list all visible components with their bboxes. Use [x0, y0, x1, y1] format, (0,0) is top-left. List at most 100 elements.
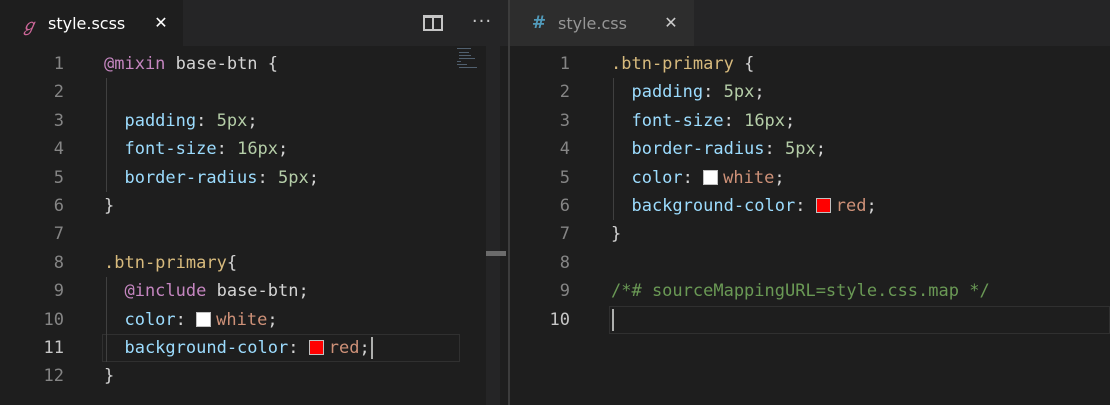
code-line[interactable]: 10 [510, 305, 1110, 334]
left-editor-pane: ℊ style.scss ✕ ··· 1 @mixin base-btn { 2 3 … [0, 0, 508, 405]
line-number: 2 [559, 82, 570, 103]
close-icon[interactable]: ✕ [152, 14, 170, 32]
code-token: white [723, 167, 775, 188]
more-actions-icon[interactable]: ··· [470, 12, 494, 32]
code-token: : [196, 110, 217, 131]
tab-style-scss[interactable]: ℊ style.scss ✕ [0, 0, 183, 46]
code-token: color [104, 309, 176, 330]
code-line[interactable]: 2 padding: 5px; [510, 78, 1110, 106]
code-token: ; [359, 338, 370, 358]
code-text: background-color: red; [611, 192, 877, 220]
tab-label: style.scss [48, 13, 126, 33]
color-swatch[interactable] [815, 198, 831, 213]
code-token: 5px [785, 139, 816, 160]
code-line[interactable]: 10 color: white; [0, 306, 508, 334]
code-token: ; [774, 167, 785, 188]
code-line[interactable]: 9 @include base-btn; [0, 277, 508, 305]
indent-guide [106, 277, 107, 363]
code-line[interactable]: 3 padding: 5px; [0, 107, 508, 135]
code-token: : [216, 139, 238, 160]
tab-label: style.css [558, 13, 627, 33]
code-token: border-radius [104, 167, 258, 188]
code-line[interactable]: 3 font-size: 16px; [510, 107, 1110, 135]
code-line[interactable]: 1 @mixin base-btn { [0, 50, 508, 78]
code-token: ; [278, 139, 289, 160]
code-text: font-size: 16px; [104, 135, 288, 163]
code-token: ; [866, 196, 877, 216]
line-number: 7 [559, 224, 570, 245]
code-token: padding [611, 82, 704, 103]
color-swatch[interactable] [703, 169, 719, 185]
code-token: color [611, 167, 683, 188]
code-token: : [703, 82, 724, 103]
line-number: 10 [43, 309, 64, 330]
right-editor-pane: # style.css ✕ 1 .btn-primary {2 padding: … [510, 0, 1110, 405]
code-line[interactable]: 7} [510, 220, 1110, 248]
code-text: background-color: red; [104, 334, 370, 362]
line-number: 9 [559, 281, 570, 302]
code-token: : [764, 139, 786, 160]
code-line[interactable]: 5 color: white; [510, 164, 1110, 192]
code-text: } [611, 220, 621, 248]
code-token: ; [815, 139, 826, 160]
color-swatch[interactable] [308, 340, 324, 355]
code-line[interactable]: 12} [0, 362, 508, 390]
code-token: base-btn [206, 281, 299, 302]
code-text: @include base-btn; [104, 277, 309, 305]
code-line[interactable]: 8 [510, 249, 1110, 277]
code-text: border-radius: 5px; [104, 164, 319, 192]
current-line-highlight [609, 305, 1110, 334]
line-number: 2 [53, 82, 64, 103]
code-token: { [267, 54, 279, 74]
code-token: 5px [723, 82, 755, 103]
code-token: border-radius [611, 139, 765, 160]
color-swatch[interactable] [196, 311, 212, 327]
code-token: : [682, 167, 704, 188]
code-token: : [795, 196, 816, 216]
code-line[interactable]: 5 border-radius: 5px; [0, 164, 508, 192]
code-line[interactable]: 9 /*# sourceMappingURL=style.css.map */ [510, 277, 1110, 305]
line-number: 9 [53, 281, 64, 302]
code-text: padding: 5px; [611, 78, 764, 106]
left-tab-bar: ℊ style.scss ✕ ··· [0, 0, 508, 46]
code-token: ; [267, 309, 278, 330]
line-number: 3 [53, 110, 64, 131]
code-token: ; [298, 281, 309, 302]
code-line[interactable]: 11 background-color: red; [0, 334, 508, 362]
code-token: white [216, 309, 268, 330]
text-cursor [612, 308, 614, 331]
tab-style-css[interactable]: # style.css ✕ [510, 0, 694, 46]
close-icon[interactable]: ✕ [662, 14, 680, 32]
line-number: 10 [549, 309, 570, 330]
split-editor-icon[interactable] [423, 15, 443, 31]
code-text: .btn-primary { [611, 50, 754, 78]
code-text: font-size: 16px; [611, 107, 795, 135]
code-token: /*# sourceMappingURL=style.css.map */ [611, 281, 990, 302]
code-line[interactable]: 2 [0, 78, 508, 106]
code-token: } [104, 196, 115, 216]
code-token: { [226, 252, 238, 273]
code-token: : [175, 309, 197, 330]
code-token: padding [104, 110, 197, 131]
code-line[interactable]: 6} [0, 192, 508, 220]
code-line[interactable]: 4 border-radius: 5px; [510, 135, 1110, 163]
code-token: } [104, 366, 115, 387]
indent-guide [613, 78, 614, 221]
code-text: } [104, 192, 114, 220]
line-number: 6 [559, 196, 570, 216]
code-token: font-size [104, 139, 217, 160]
code-token: .btn-primary [611, 54, 734, 74]
code-token: 5px [216, 110, 248, 131]
line-number: 3 [559, 110, 570, 131]
code-token: 5px [278, 167, 309, 188]
code-line[interactable]: 1 .btn-primary { [510, 50, 1110, 78]
code-text: @mixin base-btn { [104, 50, 278, 78]
code-token: background-color [104, 338, 289, 358]
line-number: 5 [53, 167, 64, 188]
code-line[interactable]: 6 background-color: red; [510, 192, 1110, 220]
code-line[interactable]: 4 font-size: 16px; [0, 135, 508, 163]
code-text: border-radius: 5px; [611, 135, 826, 163]
line-number: 1 [53, 54, 64, 74]
code-line[interactable]: 7 [0, 220, 508, 248]
code-line[interactable]: 8 .btn-primary{ [0, 249, 508, 277]
